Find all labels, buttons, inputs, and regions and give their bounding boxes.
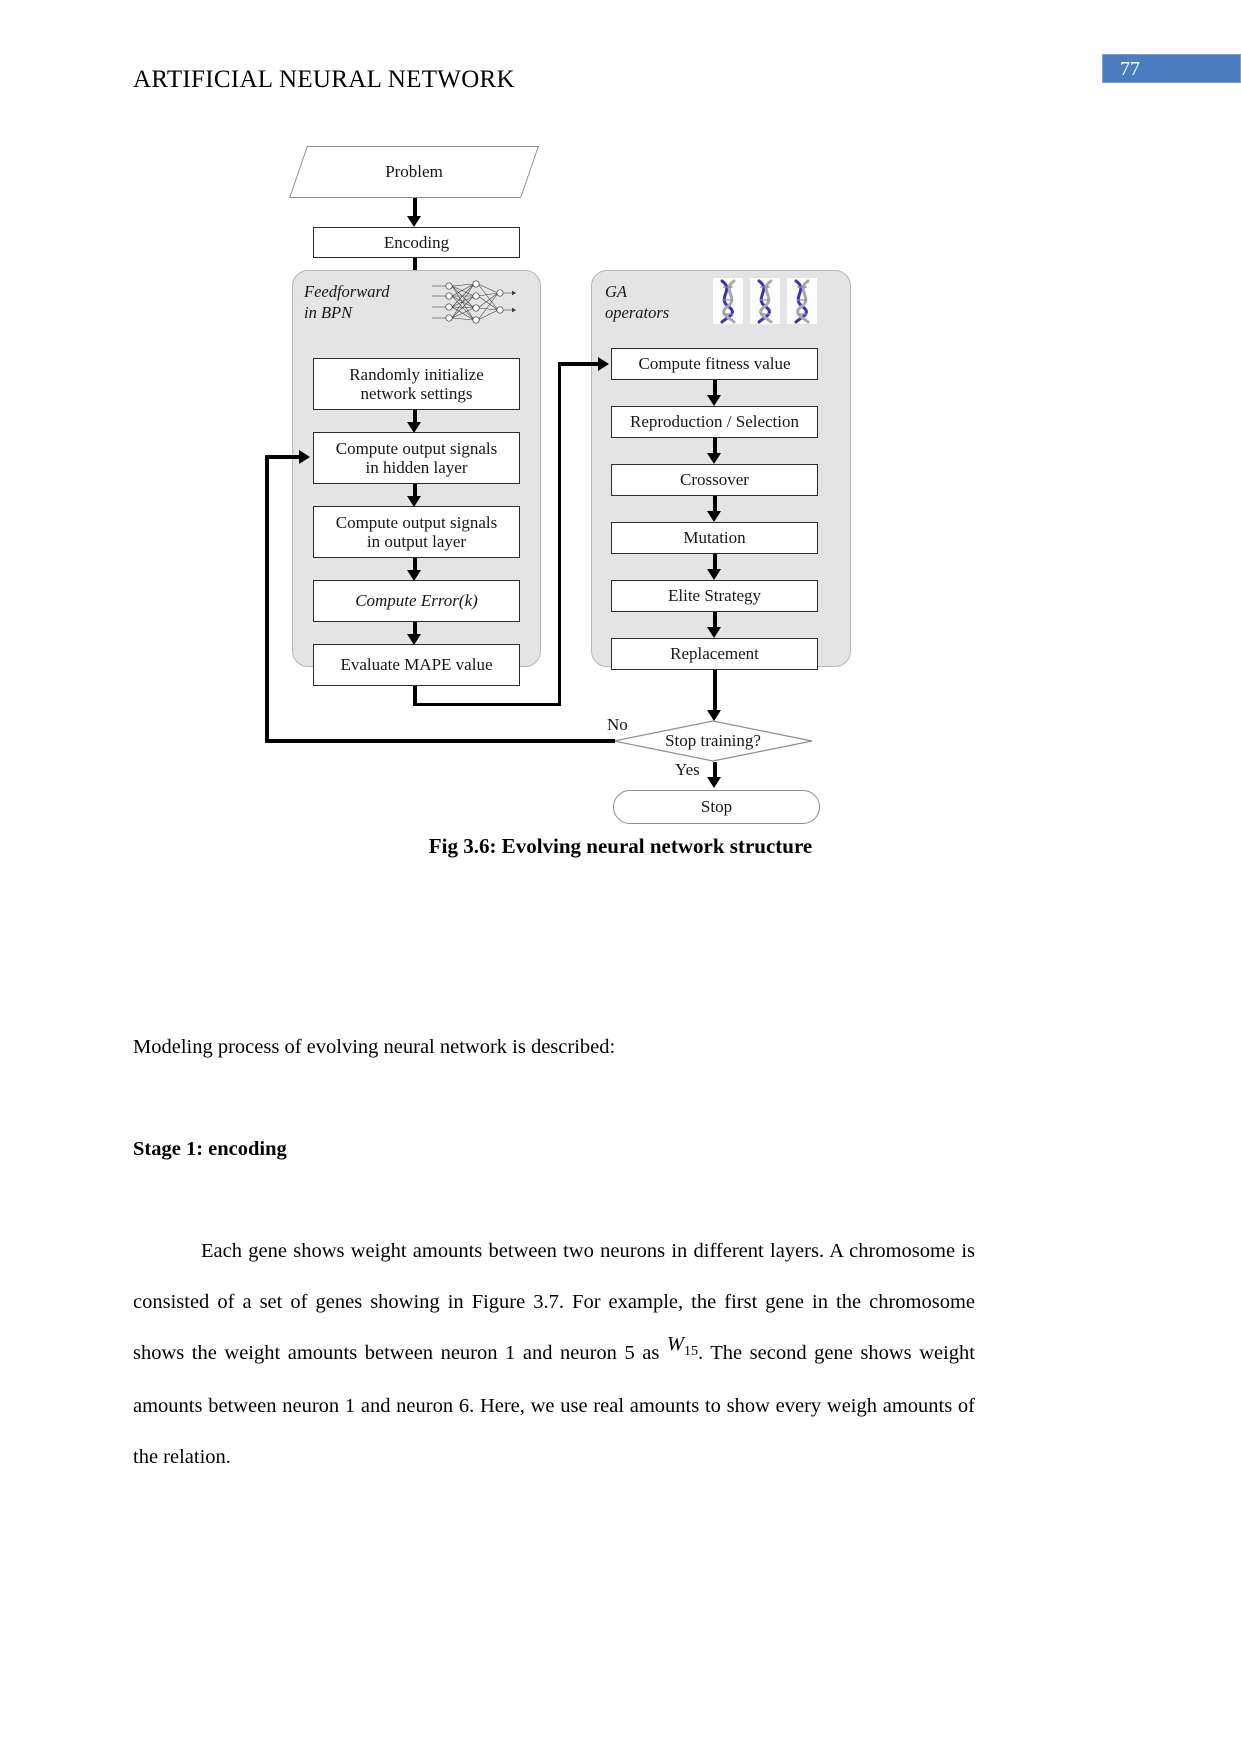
edge-label-no: No: [607, 715, 628, 734]
flow-node-hidden-layer-line2: in hidden layer: [365, 458, 468, 477]
arrowhead-yes-to-stop: [707, 777, 722, 788]
arrowhead-r1-r2: [707, 395, 722, 406]
flow-node-hidden-layer-line1: Compute output signals: [335, 438, 498, 458]
flow-node-mutation: Mutation: [611, 522, 818, 554]
flow-node-reproduction-selection-label: Reproduction / Selection: [629, 412, 800, 432]
dna-helix-icon-svg: [713, 278, 817, 324]
arrowhead-into-fitness: [598, 356, 609, 371]
connector-no-branch-into-hidden: [265, 455, 300, 459]
page-title: ARTIFICIAL NEURAL NETWORK: [133, 66, 515, 93]
flow-node-stop-training-label: Stop training?: [665, 731, 761, 750]
flow-node-randomly-initialize-line2: network settings: [360, 384, 473, 403]
connector-no-branch-horizontal: [265, 739, 615, 743]
flow-node-evaluate-mape: Evaluate MAPE value: [313, 644, 520, 686]
arrowhead-r3-r4: [707, 511, 722, 522]
flow-node-problem-label: Problem: [385, 162, 443, 181]
flow-node-output-layer-line1: Compute output signals: [335, 512, 498, 532]
arrowhead-r4-r5: [707, 569, 722, 580]
body-text: Modeling process of evolving neural netw…: [133, 1022, 975, 1483]
arrowhead-no-branch: [299, 449, 310, 464]
flow-node-replacement: Replacement: [611, 638, 818, 670]
flow-node-output-layer-line2: in output layer: [366, 532, 467, 551]
flowchart: Problem Encoding Feedforward in BPN Rand…: [258, 132, 878, 824]
arrowhead-r5-r6: [707, 627, 722, 638]
paragraph-encoding: Each gene shows weight amounts between t…: [133, 1226, 975, 1483]
flow-node-encoding-label: Encoding: [383, 232, 450, 252]
flow-node-stop-training-decision: Stop training?: [613, 720, 813, 762]
flow-node-stop: Stop: [613, 790, 820, 824]
flow-node-hidden-layer: Compute output signals in hidden layer: [313, 432, 520, 484]
flow-node-evaluate-mape-label: Evaluate MAPE value: [340, 655, 493, 675]
flow-node-compute-error-label: Compute Error(k): [355, 591, 478, 611]
neural-network-icon: [432, 280, 516, 324]
flow-node-elite-strategy: Elite Strategy: [611, 580, 818, 612]
flow-node-stop-label: Stop: [700, 797, 733, 816]
formula-weight-subscript: 15: [683, 1344, 698, 1359]
dna-helix-icon: [713, 278, 817, 324]
flow-node-reproduction-selection: Reproduction / Selection: [611, 406, 818, 438]
panel-ga-title: GA operators: [605, 282, 670, 322]
heading-spacer: [133, 1175, 975, 1226]
page-number-badge: 77: [1102, 54, 1241, 83]
flow-node-crossover: Crossover: [611, 464, 818, 496]
flow-node-problem: Problem: [289, 146, 539, 198]
flow-node-elite-strategy-label: Elite Strategy: [667, 586, 761, 606]
flow-node-mutation-label: Mutation: [683, 528, 746, 548]
arrowhead-r2-r3: [707, 453, 722, 464]
flow-node-output-layer: Compute output signals in output layer: [313, 506, 520, 558]
connector-mape-right: [413, 702, 561, 707]
flow-node-replacement-label: Replacement: [670, 644, 759, 664]
connector-no-branch-vertical: [265, 457, 269, 741]
flow-node-encoding: Encoding: [313, 227, 520, 258]
flow-node-compute-fitness-label: Compute fitness value: [638, 354, 791, 374]
flow-node-compute-fitness: Compute fitness value: [611, 348, 818, 380]
edge-label-yes: Yes: [675, 760, 700, 779]
flow-node-randomly-initialize-line1: Randomly initialize: [349, 364, 484, 384]
page-number: 77: [1120, 58, 1140, 80]
figure-3-6: Problem Encoding Feedforward in BPN Rand…: [0, 132, 1241, 922]
arrowhead-problem-encoding: [407, 216, 422, 227]
flow-node-randomly-initialize: Randomly initialize network settings: [313, 358, 520, 410]
formula-weight-symbol: W: [666, 1333, 684, 1355]
panel-feedforward-title: Feedforward in BPN: [304, 282, 390, 322]
connector-up-to-fitness: [557, 364, 562, 704]
page-header: ARTIFICIAL NEURAL NETWORK 77: [0, 54, 1241, 104]
connector-into-fitness: [557, 362, 600, 366]
flow-node-crossover-label: Crossover: [680, 470, 749, 490]
paragraph-intro: Modeling process of evolving neural netw…: [133, 1036, 616, 1058]
figure-caption: Fig 3.6: Evolving neural network structu…: [428, 834, 813, 858]
flow-node-compute-error: Compute Error(k): [313, 580, 520, 622]
heading-stage-1: Stage 1: encoding: [133, 1138, 287, 1160]
